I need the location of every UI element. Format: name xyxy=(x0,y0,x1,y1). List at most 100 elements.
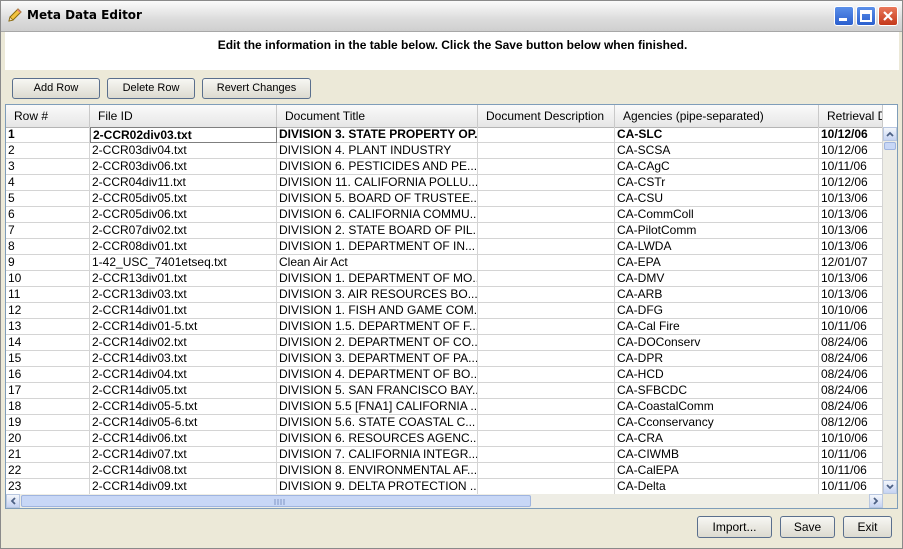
table-cell-document-title[interactable]: DIVISION 4. PLANT INDUSTRY xyxy=(277,143,478,159)
table-cell-document-title[interactable]: Clean Air Act xyxy=(277,255,478,271)
table-cell-document-title[interactable]: DIVISION 5.6. STATE COASTAL C... xyxy=(277,415,478,431)
table-cell-retrieval-date[interactable]: 10/10/06 xyxy=(819,431,883,447)
table-cell-document-title[interactable]: DIVISION 3. DEPARTMENT OF PA... xyxy=(277,351,478,367)
table-cell-file-id[interactable]: 2-CCR14div05-6.txt xyxy=(90,415,277,431)
table-row[interactable]: 10 2-CCR13div01.txt DIVISION 1. DEPARTMENT… xyxy=(6,271,883,287)
revert-changes-button[interactable]: Revert Changes xyxy=(202,78,311,99)
table-cell-document-description[interactable] xyxy=(478,255,615,271)
table-cell-file-id[interactable]: 2-CCR14div09.txt xyxy=(90,479,277,494)
table-cell-retrieval-date[interactable]: 08/24/06 xyxy=(819,383,883,399)
table-cell-row-number[interactable]: 2 xyxy=(6,143,90,159)
table-cell-agencies[interactable]: CA-CIWMB xyxy=(615,447,819,463)
table-cell-document-description[interactable] xyxy=(478,223,615,239)
table-cell-agencies[interactable]: CA-CSU xyxy=(615,191,819,207)
table-cell-agencies[interactable]: CA-DMV xyxy=(615,271,819,287)
horizontal-scroll-thumb[interactable] xyxy=(21,495,531,507)
column-header-file-id[interactable]: File ID xyxy=(90,105,277,127)
table-cell-retrieval-date[interactable]: 08/24/06 xyxy=(819,351,883,367)
table-cell-document-title[interactable]: DIVISION 3. AIR RESOURCES BO... xyxy=(277,287,478,303)
table-cell-document-title[interactable]: DIVISION 9. DELTA PROTECTION ... xyxy=(277,479,478,494)
table-cell-document-title[interactable]: DIVISION 7. CALIFORNIA INTEGR... xyxy=(277,447,478,463)
table-body[interactable]: 1 2-CCR02div03.txt DIVISION 3. STATE PROPE… xyxy=(6,127,883,494)
table-cell-document-description[interactable] xyxy=(478,287,615,303)
delete-row-button[interactable]: Delete Row xyxy=(107,78,195,99)
table-cell-retrieval-date[interactable]: 10/13/06 xyxy=(819,287,883,303)
table-cell-row-number[interactable]: 4 xyxy=(6,175,90,191)
table-cell-file-id[interactable]: 2-CCR14div06.txt xyxy=(90,431,277,447)
table-cell-document-title[interactable]: DIVISION 4. DEPARTMENT OF BO... xyxy=(277,367,478,383)
table-cell-document-description[interactable] xyxy=(478,207,615,223)
table-row[interactable]: 23 2-CCR14div09.txt DIVISION 9. DELTA PROT… xyxy=(6,479,883,494)
table-cell-file-id[interactable]: 2-CCR08div01.txt xyxy=(90,239,277,255)
table-row[interactable]: 19 2-CCR14div05-6.txt DIVISION 5.6. STATE … xyxy=(6,415,883,431)
table-cell-document-title[interactable]: DIVISION 6. CALIFORNIA COMMU... xyxy=(277,207,478,223)
table-row[interactable]: 20 2-CCR14div06.txt DIVISION 6. RESOURCES … xyxy=(6,431,883,447)
table-cell-row-number[interactable]: 9 xyxy=(6,255,90,271)
table-cell-row-number[interactable]: 15 xyxy=(6,351,90,367)
table-cell-file-id[interactable]: 2-CCR14div05.txt xyxy=(90,383,277,399)
scroll-down-button[interactable] xyxy=(883,480,897,494)
table-cell-document-description[interactable] xyxy=(478,383,615,399)
table-row[interactable]: 6 2-CCR05div06.txt DIVISION 6. CALIFORNIA … xyxy=(6,207,883,223)
table-cell-row-number[interactable]: 16 xyxy=(6,367,90,383)
table-row[interactable]: 18 2-CCR14div05-5.txt DIVISION 5.5 [FNA1] … xyxy=(6,399,883,415)
table-cell-agencies[interactable]: CA-ARB xyxy=(615,287,819,303)
table-row[interactable]: 13 2-CCR14div01-5.txt DIVISION 1.5. DEPART… xyxy=(6,319,883,335)
horizontal-scrollbar[interactable] xyxy=(6,494,883,508)
minimize-button[interactable] xyxy=(834,6,854,26)
table-cell-agencies[interactable]: CA-DOConserv xyxy=(615,335,819,351)
table-cell-document-title[interactable]: DIVISION 6. RESOURCES AGENC... xyxy=(277,431,478,447)
table-cell-row-number[interactable]: 23 xyxy=(6,479,90,494)
table-cell-document-description[interactable] xyxy=(478,303,615,319)
scroll-up-button[interactable] xyxy=(883,127,897,141)
table-row[interactable]: 2 2-CCR03div04.txt DIVISION 4. PLANT INDUS… xyxy=(6,143,883,159)
table-cell-agencies[interactable]: CA-CoastalComm xyxy=(615,399,819,415)
table-cell-row-number[interactable]: 19 xyxy=(6,415,90,431)
maximize-button[interactable] xyxy=(856,6,876,26)
table-cell-retrieval-date[interactable]: 10/11/06 xyxy=(819,159,883,175)
table-cell-retrieval-date[interactable]: 10/13/06 xyxy=(819,191,883,207)
table-cell-row-number[interactable]: 12 xyxy=(6,303,90,319)
table-cell-retrieval-date[interactable]: 10/12/06 xyxy=(819,143,883,159)
table-cell-row-number[interactable]: 21 xyxy=(6,447,90,463)
column-header-row-number[interactable]: Row # xyxy=(6,105,90,127)
table-cell-agencies[interactable]: CA-CalEPA xyxy=(615,463,819,479)
table-cell-document-description[interactable] xyxy=(478,351,615,367)
table-cell-file-id[interactable]: 2-CCR14div01.txt xyxy=(90,303,277,319)
table-cell-document-title[interactable]: DIVISION 1. DEPARTMENT OF IN... xyxy=(277,239,478,255)
table-cell-document-description[interactable] xyxy=(478,271,615,287)
vertical-scrollbar[interactable] xyxy=(883,127,897,494)
exit-button[interactable]: Exit xyxy=(843,516,892,538)
table-row[interactable]: 11 2-CCR13div03.txt DIVISION 3. AIR RESOUR… xyxy=(6,287,883,303)
column-header-retrieval-date[interactable]: Retrieval D xyxy=(819,105,883,127)
table-cell-retrieval-date[interactable]: 08/24/06 xyxy=(819,399,883,415)
table-cell-file-id[interactable]: 2-CCR03div04.txt xyxy=(90,143,277,159)
table-cell-file-id[interactable]: 2-CCR14div08.txt xyxy=(90,463,277,479)
table-row[interactable]: 22 2-CCR14div08.txt DIVISION 8. ENVIRONMEN… xyxy=(6,463,883,479)
table-cell-row-number[interactable]: 6 xyxy=(6,207,90,223)
table-cell-agencies[interactable]: CA-DPR xyxy=(615,351,819,367)
table-cell-file-id[interactable]: 2-CCR05div05.txt xyxy=(90,191,277,207)
column-header-document-title[interactable]: Document Title xyxy=(277,105,478,127)
table-cell-document-description[interactable] xyxy=(478,175,615,191)
title-bar[interactable]: Meta Data Editor xyxy=(1,1,902,32)
table-cell-retrieval-date[interactable]: 10/11/06 xyxy=(819,479,883,494)
save-button[interactable]: Save xyxy=(780,516,835,538)
table-cell-document-description[interactable] xyxy=(478,399,615,415)
table-cell-file-id[interactable]: 2-CCR14div05-5.txt xyxy=(90,399,277,415)
table-cell-document-title[interactable]: DIVISION 2. DEPARTMENT OF CO... xyxy=(277,335,478,351)
column-header-document-description[interactable]: Document Description xyxy=(478,105,615,127)
table-cell-document-description[interactable] xyxy=(478,191,615,207)
vertical-scroll-thumb[interactable] xyxy=(884,142,896,150)
table-row[interactable]: 14 2-CCR14div02.txt DIVISION 2. DEPARTMENT… xyxy=(6,335,883,351)
table-cell-retrieval-date[interactable]: 10/12/06 xyxy=(819,175,883,191)
table-cell-document-title[interactable]: DIVISION 2. STATE BOARD OF PIL... xyxy=(277,223,478,239)
table-cell-row-number[interactable]: 17 xyxy=(6,383,90,399)
table-cell-document-title[interactable]: DIVISION 5.5 [FNA1] CALIFORNIA ... xyxy=(277,399,478,415)
table-cell-document-description[interactable] xyxy=(478,159,615,175)
table-cell-retrieval-date[interactable]: 12/01/07 xyxy=(819,255,883,271)
table-cell-agencies[interactable]: CA-SFBCDC xyxy=(615,383,819,399)
table-cell-file-id[interactable]: 2-CCR05div06.txt xyxy=(90,207,277,223)
table-row[interactable]: 17 2-CCR14div05.txt DIVISION 5. SAN FRANCI… xyxy=(6,383,883,399)
table-cell-row-number[interactable]: 5 xyxy=(6,191,90,207)
